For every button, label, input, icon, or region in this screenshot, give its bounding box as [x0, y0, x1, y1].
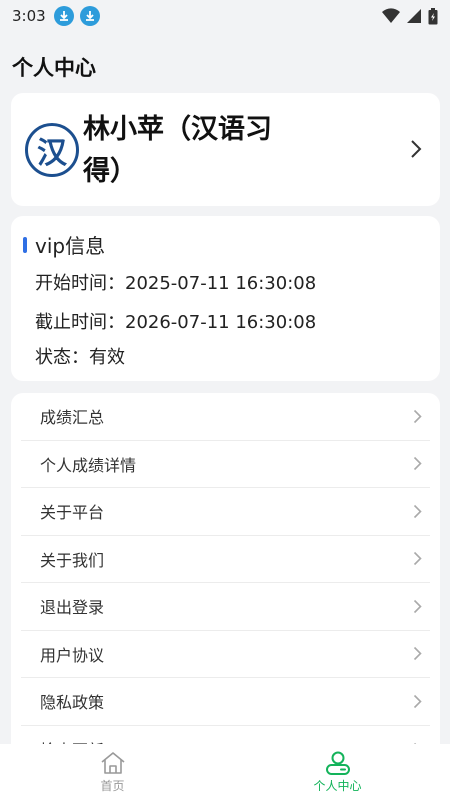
chevron-right-icon	[413, 409, 422, 423]
menu-item-logout[interactable]: 退出登录	[21, 583, 430, 631]
vip-end-label: 截止时间：	[35, 312, 125, 333]
vip-info-card: vip信息 开始时间：2025-07-11 16:30:08 截止时间：2026…	[11, 216, 440, 381]
bottom-tab-bar: 首页 个人中心	[0, 744, 450, 800]
chevron-right-icon	[413, 457, 422, 471]
chevron-right-icon	[413, 599, 422, 613]
vip-status-label: 状态：	[35, 347, 89, 368]
vip-start-row: 开始时间：2025-07-11 16:30:08	[35, 269, 316, 295]
vip-accent-bar	[23, 236, 27, 253]
menu-item-privacy-policy[interactable]: 隐私政策	[21, 678, 430, 726]
download-notification-icon	[79, 6, 100, 26]
tab-profile[interactable]: 个人中心	[225, 744, 450, 800]
vip-heading: vip信息	[23, 230, 105, 259]
menu-item-label: 用户协议	[40, 645, 105, 665]
profile-card[interactable]: 汉 林小苹（汉语习得）	[11, 93, 440, 206]
menu-item-label: 关于我们	[40, 550, 105, 570]
wifi-icon	[382, 8, 400, 23]
vip-end-row: 截止时间：2026-07-11 16:30:08	[35, 308, 316, 334]
menu-item-label: 关于平台	[40, 503, 105, 523]
menu-item-label: 隐私政策	[40, 693, 105, 713]
avatar-glyph: 汉	[37, 136, 67, 171]
vip-heading-text: vip信息	[35, 234, 106, 258]
chevron-right-icon	[413, 647, 422, 661]
menu-item-label: 个人成绩详情	[40, 455, 137, 475]
profile-name: 林小苹（汉语习得）	[83, 114, 272, 187]
vip-status-value: 有效	[89, 347, 125, 368]
menu-item-score-details[interactable]: 个人成绩详情	[21, 441, 430, 488]
status-bar: 3:03	[0, 0, 450, 32]
battery-icon	[428, 7, 438, 24]
chevron-right-icon	[413, 694, 422, 708]
tab-home[interactable]: 首页	[0, 744, 225, 800]
signal-icon	[407, 9, 421, 23]
menu-list: 成绩汇总 个人成绩详情 关于平台 关于我们 退出登录 用户协议 隐私政策 检查更…	[11, 393, 440, 773]
chevron-right-icon	[411, 140, 422, 158]
menu-item-user-agreement[interactable]: 用户协议	[21, 631, 430, 678]
vip-start-value: 2025-07-11 16:30:08	[125, 273, 317, 294]
tab-profile-label: 个人中心	[313, 778, 362, 793]
page-title: 个人中心	[12, 56, 96, 80]
menu-item-label: 退出登录	[40, 598, 105, 618]
person-icon	[325, 751, 350, 775]
download-notification-icon	[53, 6, 74, 26]
chevron-right-icon	[413, 504, 422, 518]
menu-item-about-platform[interactable]: 关于平台	[21, 488, 430, 536]
vip-status-row: 状态：有效	[35, 343, 125, 369]
menu-item-about-us[interactable]: 关于我们	[21, 536, 430, 583]
home-icon	[100, 751, 125, 774]
menu-item-score-summary[interactable]: 成绩汇总	[21, 393, 430, 441]
status-time: 3:03	[12, 7, 46, 25]
avatar: 汉	[25, 123, 79, 177]
vip-start-label: 开始时间：	[35, 273, 125, 294]
tab-home-label: 首页	[100, 778, 125, 793]
chevron-right-icon	[413, 552, 422, 566]
menu-item-label: 成绩汇总	[40, 408, 105, 428]
vip-end-value: 2026-07-11 16:30:08	[125, 312, 317, 333]
